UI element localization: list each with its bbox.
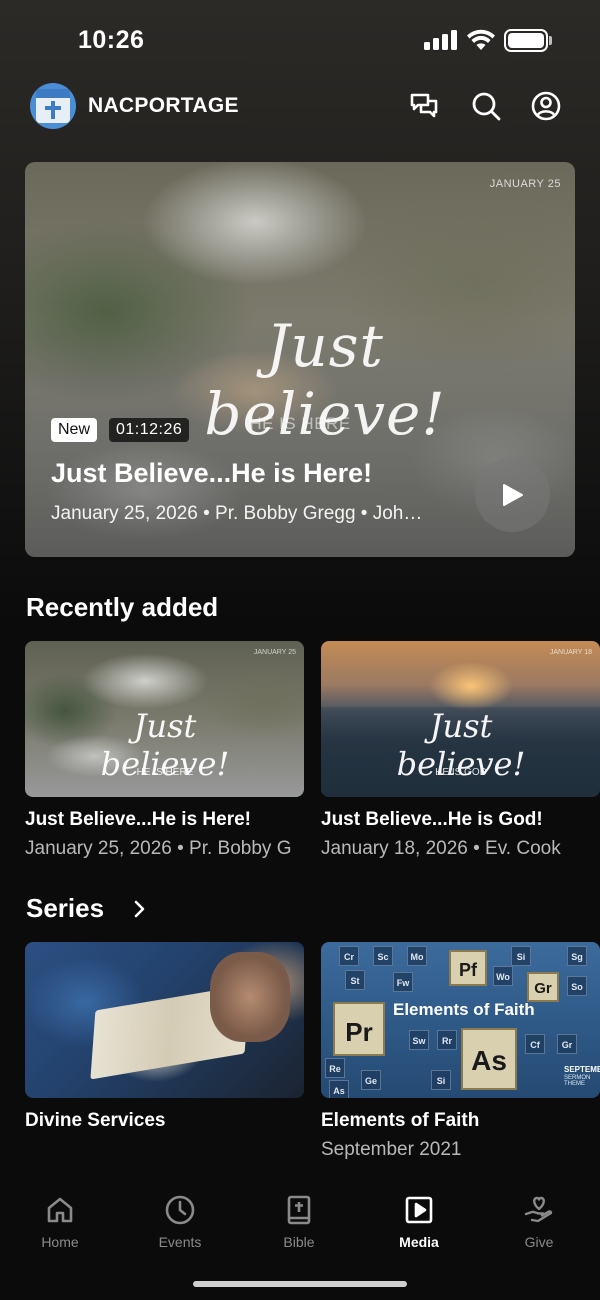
tab-label: Bible xyxy=(283,1234,315,1250)
series-title: Elements of Faith xyxy=(321,1110,480,1131)
thumbnail-subtitle: HE IS GOD xyxy=(435,767,487,778)
tab-bible[interactable]: Bible xyxy=(259,1194,339,1250)
account-icon[interactable] xyxy=(530,90,562,122)
series-meta: September 2021 xyxy=(321,1139,462,1160)
featured-media-card[interactable]: JANUARY 25 Just believe! HE IS HERE New … xyxy=(25,162,575,557)
series-thumbnail xyxy=(25,942,304,1098)
tab-give[interactable]: Give xyxy=(499,1194,579,1250)
tab-label: Media xyxy=(399,1234,439,1250)
tab-label: Give xyxy=(524,1234,554,1250)
series-thumbnail-month: SEPTEMBER xyxy=(564,1065,600,1074)
app-header: NACPORTAGE xyxy=(0,80,600,132)
thumbnail-subtitle: HE IS HERE xyxy=(249,414,351,433)
home-icon xyxy=(47,1197,73,1223)
thumbnail-date-mark: JANUARY 25 xyxy=(489,178,561,190)
media-card[interactable]: JANUARY 25 Just believe! HE IS HERE Just… xyxy=(25,641,304,859)
play-button[interactable] xyxy=(475,457,550,532)
tab-label: Events xyxy=(158,1234,202,1250)
wifi-icon xyxy=(467,29,495,50)
tab-home[interactable]: Home xyxy=(20,1194,100,1250)
church-logo[interactable] xyxy=(30,83,76,129)
tab-media[interactable]: Media xyxy=(379,1194,459,1250)
tab-label: Home xyxy=(41,1234,79,1250)
status-bar: 10:26 xyxy=(0,0,600,80)
media-meta: January 25, 2026 • Pr. Bobby G xyxy=(25,838,292,859)
duration-badge: 01:12:26 xyxy=(109,418,190,442)
clock-icon xyxy=(165,1195,195,1225)
app-title: NACPORTAGE xyxy=(88,94,239,117)
new-badge: New xyxy=(51,418,98,442)
battery-icon xyxy=(504,29,548,52)
series-thumbnail: Cr Sc Mo Si Sg St Fw Wo So Pf Gr Pr Elem… xyxy=(321,942,600,1098)
bible-icon xyxy=(287,1195,311,1225)
series-card[interactable]: Cr Sc Mo Si Sg St Fw Wo So Pf Gr Pr Elem… xyxy=(321,942,600,1160)
battery-cap xyxy=(549,36,552,45)
series-thumbnail-title: Elements of Faith xyxy=(393,1000,535,1019)
play-icon xyxy=(503,484,523,506)
media-thumbnail: JANUARY 18 Just believe! HE IS GOD xyxy=(321,641,600,797)
series-card[interactable]: Divine Services xyxy=(25,942,304,1131)
tab-events[interactable]: Events xyxy=(140,1194,220,1250)
series-thumbnail-theme: SERMON THEME xyxy=(564,1075,591,1087)
recently-added-heading: Recently added xyxy=(26,592,219,622)
search-icon[interactable] xyxy=(470,90,502,122)
featured-meta: January 25, 2026 • Pr. Bobby Gregg • Joh… xyxy=(51,503,423,524)
media-title: Just Believe...He is God! xyxy=(321,809,543,830)
status-time: 10:26 xyxy=(78,26,145,54)
thumbnail-date-mark: JANUARY 25 xyxy=(253,649,296,656)
featured-title: Just Believe...He is Here! xyxy=(51,458,373,488)
chat-icon[interactable] xyxy=(408,90,440,122)
home-indicator[interactable] xyxy=(193,1281,407,1287)
give-heart-hand-icon xyxy=(524,1196,553,1223)
chevron-right-icon[interactable] xyxy=(131,900,147,918)
media-title: Just Believe...He is Here! xyxy=(25,809,251,830)
media-play-icon xyxy=(405,1196,433,1224)
series-title: Divine Services xyxy=(25,1110,166,1131)
media-card[interactable]: JANUARY 18 Just believe! HE IS GOD Just … xyxy=(321,641,600,859)
media-thumbnail: JANUARY 25 Just believe! HE IS HERE xyxy=(25,641,304,797)
series-heading[interactable]: Series xyxy=(26,893,104,924)
media-meta: January 18, 2026 • Ev. Cook xyxy=(321,838,561,859)
cellular-signal-icon xyxy=(424,30,458,50)
thumbnail-date-mark: JANUARY 18 xyxy=(549,649,592,656)
thumbnail-subtitle: HE IS HERE xyxy=(136,767,194,778)
